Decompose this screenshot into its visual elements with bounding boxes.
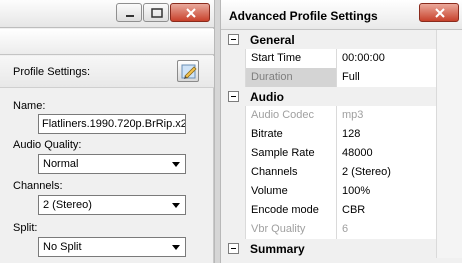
advanced-profile-settings-panel: Advanced Profile Settings General Start … <box>221 0 462 263</box>
profile-settings-label: Profile Settings: <box>13 66 91 78</box>
profile-panel: Profile Settings: Name: Flatliners.1990.… <box>0 0 214 263</box>
category-label: General <box>245 30 436 49</box>
close-button[interactable] <box>170 3 210 22</box>
gutter <box>221 49 245 68</box>
gutter <box>221 220 245 239</box>
channels-label: Channels: <box>13 180 63 192</box>
property-value[interactable]: 00:00:00 <box>337 49 436 68</box>
property-row[interactable]: Sample Rate 48000 <box>221 144 462 163</box>
minimize-icon <box>126 15 134 17</box>
property-value[interactable]: Full <box>337 68 436 87</box>
scrollbar-track[interactable] <box>436 182 462 201</box>
category-general-label: General <box>250 33 295 47</box>
property-value[interactable]: 48000 <box>337 144 436 163</box>
gutter <box>221 106 245 125</box>
scrollbar-track[interactable] <box>436 220 462 239</box>
chevron-down-icon <box>172 245 180 250</box>
gutter <box>221 68 245 87</box>
category-label: Audio <box>245 87 436 106</box>
property-value[interactable]: 128 <box>337 125 436 144</box>
close-icon <box>435 8 445 18</box>
property-value[interactable]: mp3 <box>337 106 436 125</box>
property-name: Encode mode <box>245 201 337 220</box>
panel-title: Advanced Profile Settings <box>229 9 378 23</box>
audio-quality-select[interactable]: Normal <box>38 154 186 174</box>
collapse-icon[interactable] <box>228 243 239 254</box>
audio-quality-label: Audio Quality: <box>13 139 82 151</box>
chevron-down-icon <box>172 203 180 208</box>
property-value[interactable]: CBR <box>337 201 436 220</box>
collapse-icon[interactable] <box>228 34 239 45</box>
category-label: Summary <box>245 239 436 258</box>
maximize-icon <box>151 8 163 18</box>
category-general[interactable]: General <box>221 30 462 49</box>
panel-titlebar: Advanced Profile Settings <box>221 0 462 30</box>
close-icon <box>186 8 196 18</box>
category-audio[interactable]: Audio <box>221 87 462 106</box>
property-value[interactable]: 2 (Stereo) <box>337 163 436 182</box>
category-summary[interactable]: Summary <box>221 239 462 258</box>
gutter <box>221 125 245 144</box>
scrollbar-track[interactable] <box>436 163 462 182</box>
property-row[interactable]: Audio Codec mp3 <box>221 106 462 125</box>
audio-quality-value: Normal <box>43 158 79 170</box>
property-name: Duration <box>245 68 337 87</box>
maximize-button[interactable] <box>143 3 169 22</box>
gutter <box>221 30 245 49</box>
split-label: Split: <box>13 222 38 234</box>
property-name: Audio Codec <box>245 106 337 125</box>
gutter <box>221 163 245 182</box>
scrollbar-track[interactable] <box>436 125 462 144</box>
scrollbar-track[interactable] <box>436 239 462 258</box>
chevron-down-icon <box>172 162 180 167</box>
toolbar <box>0 29 214 55</box>
property-row[interactable]: Start Time 00:00:00 <box>221 49 462 68</box>
property-row[interactable]: Bitrate 128 <box>221 125 462 144</box>
gutter <box>221 182 245 201</box>
gutter <box>221 239 245 258</box>
pencil-icon <box>181 64 197 79</box>
property-name: Bitrate <box>245 125 337 144</box>
panel-close-button[interactable] <box>419 3 459 22</box>
category-summary-label: Summary <box>250 242 305 256</box>
property-value[interactable]: 6 <box>337 220 436 239</box>
property-name: Start Time <box>245 49 337 68</box>
property-name: Channels <box>245 163 337 182</box>
property-value[interactable]: 100% <box>337 182 436 201</box>
channels-value: 2 (Stereo) <box>43 199 92 211</box>
window-titlebar <box>0 0 214 28</box>
scrollbar-track[interactable] <box>436 87 462 106</box>
scrollbar-track[interactable] <box>436 144 462 163</box>
scrollbar-track[interactable] <box>436 68 462 87</box>
scrollbar-track[interactable] <box>436 49 462 68</box>
property-row-selected[interactable]: Duration Full <box>221 68 462 87</box>
scrollbar-track[interactable] <box>436 30 462 49</box>
property-grid: General Start Time 00:00:00 Duration Ful… <box>221 30 462 258</box>
name-field[interactable]: Flatliners.1990.720p.BrRip.x26 <box>38 114 186 134</box>
split-value: No Split <box>43 241 82 253</box>
collapse-icon[interactable] <box>228 91 239 102</box>
gutter <box>221 201 245 220</box>
panel-splitter[interactable] <box>214 0 221 263</box>
split-select[interactable]: No Split <box>38 237 186 257</box>
category-audio-label: Audio <box>250 90 284 104</box>
property-row[interactable]: Volume 100% <box>221 182 462 201</box>
property-name: Sample Rate <box>245 144 337 163</box>
gutter <box>221 144 245 163</box>
edit-profile-button[interactable] <box>177 60 199 82</box>
property-row[interactable]: Vbr Quality 6 <box>221 220 462 239</box>
property-row[interactable]: Encode mode CBR <box>221 201 462 220</box>
property-row[interactable]: Channels 2 (Stereo) <box>221 163 462 182</box>
channels-select[interactable]: 2 (Stereo) <box>38 195 186 215</box>
property-name: Vbr Quality <box>245 220 337 239</box>
minimize-button[interactable] <box>116 3 142 22</box>
gutter <box>221 87 245 106</box>
scrollbar-track[interactable] <box>436 201 462 220</box>
property-name: Volume <box>245 182 337 201</box>
name-label: Name: <box>13 100 46 112</box>
scrollbar-track[interactable] <box>436 106 462 125</box>
